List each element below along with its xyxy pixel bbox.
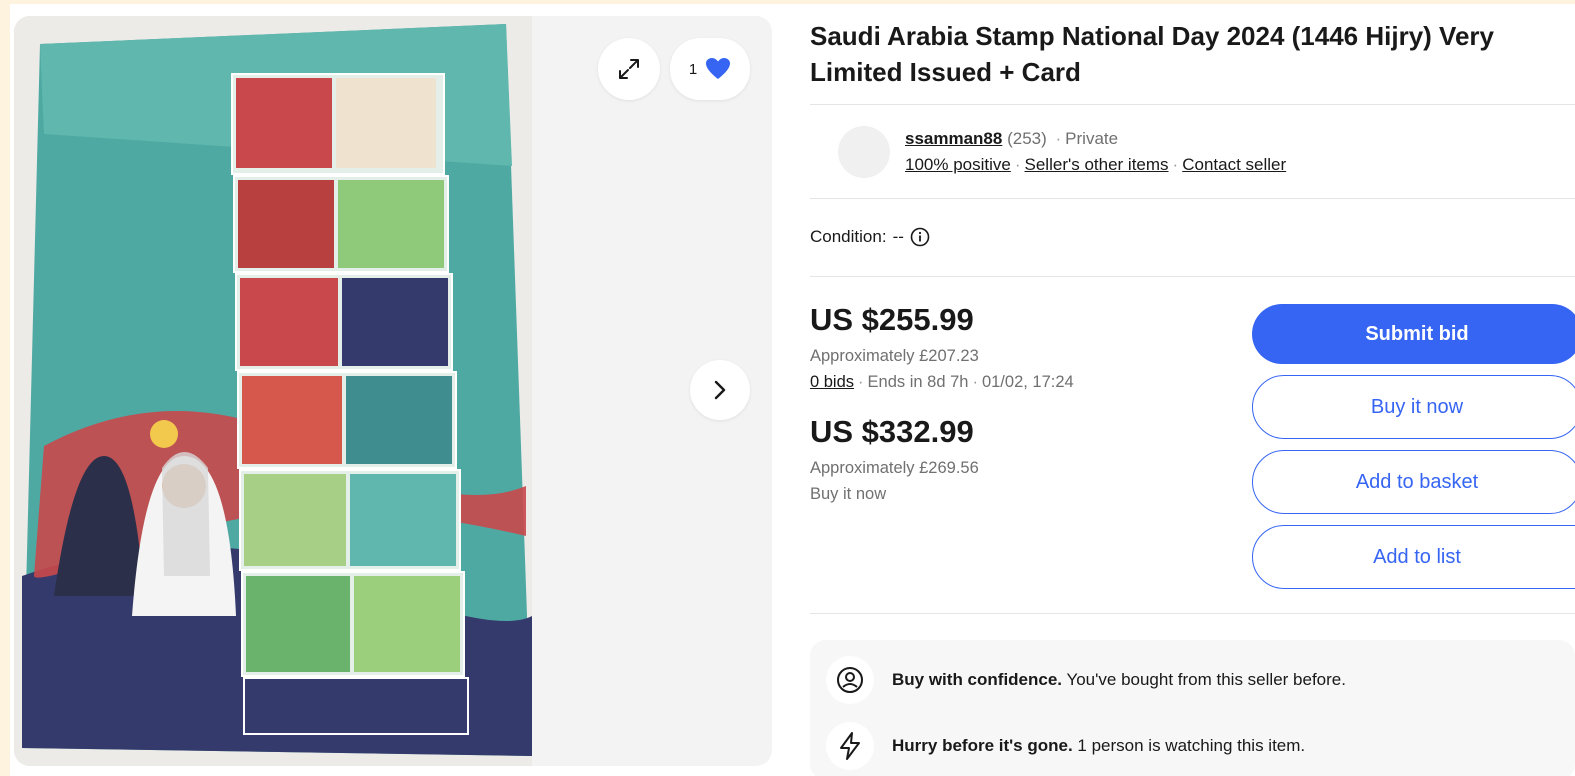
buy-now-price: US $332.99 [810, 414, 974, 449]
stamp-sheet-illustration [14, 16, 532, 766]
seller-feedback-link[interactable]: 100% positive [905, 155, 1011, 174]
heart-icon [706, 58, 731, 79]
watch-count: 1 [688, 60, 698, 78]
chevron-right-icon [714, 380, 726, 400]
buy-with-confidence-row: Buy with confidence. You've bought from … [826, 656, 1346, 704]
seller-name-link[interactable]: ssamman88 [905, 129, 1002, 148]
divider [810, 276, 1575, 277]
hurry-icon-wrap [826, 722, 874, 770]
listing-info-panel: Saudi Arabia Stamp National Day 2024 (14… [810, 0, 1575, 776]
next-image-button[interactable] [690, 360, 750, 420]
seller-rating-count: (253) [1007, 129, 1047, 148]
seller-other-items-link[interactable]: Seller's other items [1025, 155, 1169, 174]
info-icon[interactable] [910, 227, 930, 247]
confidence-text: You've bought from this seller before. [1066, 670, 1346, 689]
hurry-heading: Hurry before it's gone. [892, 736, 1073, 755]
auction-end-date: 01/02, 17:24 [981, 373, 1074, 391]
listing-title: Saudi Arabia Stamp National Day 2024 (14… [810, 18, 1570, 90]
buy-now-button[interactable]: Buy it now [1252, 375, 1575, 439]
listing-title-line1: Saudi Arabia Stamp National Day 2024 (14… [810, 21, 1494, 51]
confidence-panel: Buy with confidence. You've bought from … [810, 640, 1575, 776]
condition-label: Condition: [810, 227, 887, 246]
bid-approx-price: Approximately £207.23 [810, 347, 979, 365]
contact-seller-link[interactable]: Contact seller [1182, 155, 1286, 174]
add-to-basket-button[interactable]: Add to basket [1252, 450, 1575, 514]
divider [810, 104, 1575, 105]
seller-links-line: 100% positive · Seller's other items · Conta… [905, 155, 1287, 174]
seller-info-line: ssamman88 (253) · Private [905, 129, 1119, 148]
bid-price: US $255.99 [810, 302, 974, 337]
hurry-text: 1 person is watching this item. [1077, 736, 1306, 755]
buy-now-approx-price: Approximately £269.56 [810, 459, 979, 477]
expand-icon [619, 59, 639, 79]
lightning-icon [840, 732, 860, 760]
window-left-edge [0, 0, 10, 776]
submit-bid-button[interactable]: Submit bid [1252, 304, 1575, 364]
bid-status-line: 0 bids · Ends in 8d 7h · 01/02, 17:24 [810, 373, 1074, 391]
watch-button[interactable]: 1 [670, 38, 750, 100]
condition-row: Condition: -- [810, 227, 930, 247]
expand-button[interactable] [598, 38, 660, 100]
hurry-row: Hurry before it's gone. 1 person is watc… [826, 722, 1305, 770]
divider [810, 613, 1575, 614]
divider [810, 198, 1575, 199]
bids-count-link[interactable]: 0 bids [810, 373, 854, 391]
user-shield-icon [837, 667, 863, 693]
listing-photo[interactable] [14, 16, 532, 766]
image-gallery: 1 [14, 16, 772, 766]
buy-now-label: Buy it now [810, 485, 887, 503]
seller-card: ssamman88 (253) · Private 100% positive · S… [838, 126, 1558, 178]
listing-title-line2: Limited Issued + Card [810, 57, 1081, 87]
condition-value: -- [892, 227, 904, 246]
seller-avatar[interactable] [838, 126, 890, 178]
seller-type: Private [1065, 129, 1119, 148]
auction-ends: Ends in 8d 7h [867, 373, 969, 391]
confidence-icon-wrap [826, 656, 874, 704]
confidence-heading: Buy with confidence. [892, 670, 1063, 689]
add-to-list-button[interactable]: Add to list [1252, 525, 1575, 589]
